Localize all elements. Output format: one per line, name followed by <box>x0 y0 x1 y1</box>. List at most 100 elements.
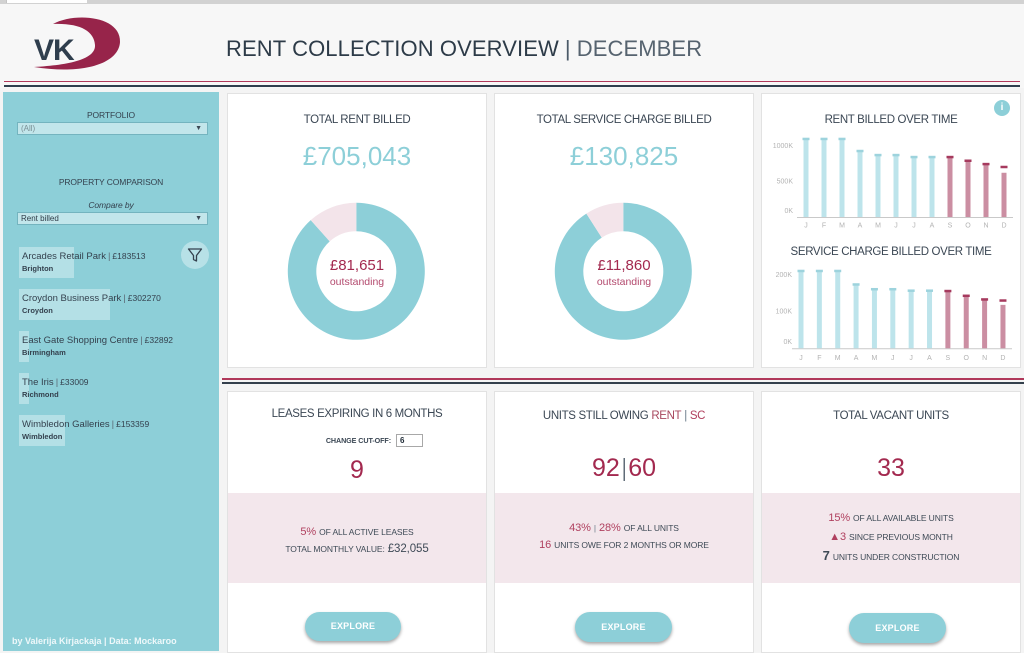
property-item[interactable]: Croydon Business Park | £302270 Croydon <box>19 288 179 320</box>
property-item[interactable]: East Gate Shopping Centre | £32892 Birming… <box>19 330 179 362</box>
vacant-pct-text: OF ALL AVAILABLE UNITS <box>853 512 954 523</box>
filter-button[interactable] <box>181 241 209 269</box>
portfolio-label: PORTFOLIO <box>86 110 136 120</box>
vacant-change-text: SINCE PREVIOUS MONTH <box>849 531 953 542</box>
bar-collected <box>927 290 933 349</box>
bar-collected <box>798 270 804 349</box>
property-location: Brighton <box>22 264 54 274</box>
property-item[interactable]: Arcades Retail Park | £183513 Brighton <box>19 246 179 278</box>
portfolio-dropdown[interactable]: (All) ▼ <box>17 122 208 135</box>
bar-billed-marker <box>946 155 954 159</box>
page-title: RENT COLLECTION OVERVIEW | DECEMBER <box>226 34 702 64</box>
trend-charts: 0K 500K 1000K J F M A M J J A S O N D 0K 100K 200K J F M A M J J… <box>773 137 1013 362</box>
month-label: N <box>983 223 988 230</box>
y-tick-label: 1000K <box>773 143 794 150</box>
bar-billed-marker <box>820 137 828 141</box>
bar-billed-marker <box>889 287 897 291</box>
count-separator: | <box>622 453 626 482</box>
title-rent: RENT <box>651 409 682 422</box>
month-label: A <box>858 223 863 230</box>
month-label: D <box>1000 355 1005 362</box>
explore-owing-button[interactable]: EXPLORE <box>575 611 672 642</box>
month-label: S <box>948 223 953 230</box>
cutoff-input[interactable]: 6 <box>396 434 423 447</box>
month-label: D <box>1001 223 1006 230</box>
bar-collected <box>945 290 951 349</box>
portfolio-dropdown-value: (All) <box>21 124 36 133</box>
month-label: J <box>891 355 895 362</box>
bar-billed-marker <box>981 298 989 301</box>
y-tick-label: 0K <box>784 208 793 215</box>
sc-owing-count: 60 <box>628 453 657 482</box>
bar-billed-marker <box>856 149 864 153</box>
bar-collected <box>1000 304 1006 349</box>
bar-billed-marker <box>838 137 846 141</box>
cutoff-label: CHANGE CUT-OFF: <box>325 436 391 445</box>
card-title: TOTAL VACANT UNITS <box>833 409 949 422</box>
bar-billed-marker <box>926 289 934 292</box>
property-item[interactable]: The Iris | £33009 Richmond <box>19 372 179 404</box>
property-location: Birmingham <box>22 348 66 358</box>
owing-pct-line: 43% | 28% OF ALL UNITS <box>495 520 753 536</box>
rent-donut-chart <box>287 202 425 340</box>
bar-billed-marker <box>964 159 972 162</box>
compare-by-label: Compare by <box>88 200 134 210</box>
compare-by-dropdown[interactable]: Rent billed ▼ <box>17 212 208 225</box>
service-charge-card: TOTAL SERVICE CHARGE BILLED £130,825 £11… <box>494 93 754 368</box>
rent-billed-card: TOTAL RENT BILLED £705,043 £81,651 outst… <box>227 93 487 368</box>
header-divider-red <box>4 81 1020 82</box>
property-separator: | <box>111 418 115 430</box>
month-label: A <box>930 223 935 230</box>
property-separator: | <box>123 292 126 304</box>
month-label: J <box>912 223 916 230</box>
bar-billed-marker <box>892 153 900 157</box>
bar-collected <box>871 289 877 349</box>
bar-collected <box>835 270 841 349</box>
owing-counts: 92|60 <box>495 453 753 483</box>
bar-collected <box>803 138 809 217</box>
month-label: J <box>804 223 808 230</box>
bar-billed-marker <box>910 155 918 159</box>
bar-collected <box>893 155 899 217</box>
up-triangle-icon: ▲ <box>829 530 840 543</box>
rent-owing-pct: 43% <box>569 522 591 535</box>
y-tick-label: 200K <box>776 272 793 279</box>
vacant-pct: 15% <box>828 511 851 524</box>
bar-billed-marker <box>834 269 842 273</box>
bar-collected <box>947 157 953 217</box>
title-separator: | <box>564 36 571 61</box>
bar-billed-marker <box>1000 165 1008 169</box>
title-sc: SC <box>689 409 706 422</box>
month-label: M <box>835 355 841 362</box>
explore-leases-button[interactable]: EXPLORE <box>305 611 401 641</box>
summary-band: 5% OF ALL ACTIVE LEASES TOTAL MONTHLY VAL… <box>228 492 486 584</box>
month-label: O <box>965 223 971 230</box>
month-label: J <box>894 223 898 230</box>
month-label: M <box>839 223 845 230</box>
row-divider-red <box>222 378 1024 380</box>
bar-billed-marker <box>982 162 990 166</box>
bar-collected <box>853 284 859 349</box>
sc-outstanding-value: £11,860 <box>597 256 651 274</box>
chevron-down-icon: ▼ <box>195 215 202 222</box>
row-divider-navy <box>222 382 1024 384</box>
logo-text: VK <box>34 34 75 67</box>
compare-by-dropdown-value: Rent billed <box>21 214 59 223</box>
bar-collected <box>929 157 935 217</box>
month-label: N <box>982 355 987 362</box>
property-item[interactable]: Wimbledon Galleries | £153359 Wimbledon <box>19 414 179 446</box>
monthly-value: £32,055 <box>387 543 429 556</box>
bar-collected <box>890 289 896 349</box>
month-label: J <box>909 355 913 362</box>
page-title-period: DECEMBER <box>576 36 703 61</box>
leases-pct-line: 5% OF ALL ACTIVE LEASES <box>228 524 486 540</box>
vk-logo: VK <box>34 17 121 70</box>
info-icon[interactable]: i <box>994 100 1010 116</box>
explore-vacant-button[interactable]: EXPLORE <box>849 613 946 643</box>
vacant-count: 33 <box>877 454 905 483</box>
bar-billed-marker <box>907 289 915 292</box>
chevron-down-icon: ▼ <box>195 125 202 132</box>
long-owing-count: 16 <box>539 538 552 551</box>
card-title: UNITS STILL OWING RENT | SC <box>495 409 753 423</box>
sc-owing-pct: 28% <box>598 522 621 535</box>
